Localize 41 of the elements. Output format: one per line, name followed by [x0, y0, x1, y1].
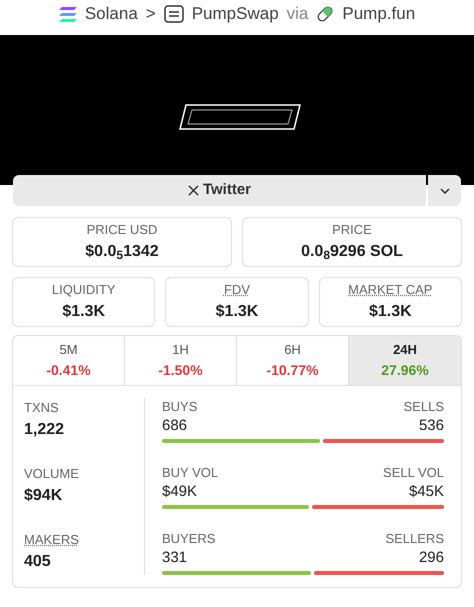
- x-logo-icon: [188, 185, 199, 196]
- via-text: via: [286, 3, 308, 26]
- sell-value: 536: [418, 416, 444, 436]
- stat-label: TXNS: [24, 399, 59, 417]
- metric-label: FDV: [224, 281, 250, 300]
- dropdown-button[interactable]: [428, 175, 461, 206]
- stat-label: VOLUME: [24, 465, 79, 483]
- metric-value: $1.3K: [216, 302, 258, 322]
- stat-label: MAKERS: [24, 531, 79, 549]
- price-value: $0.0$_{5}$1342: [85, 242, 159, 264]
- price-value: 0.0$_{8}$9296 SOL: [301, 242, 403, 264]
- breadcrumb-separator: >: [146, 3, 156, 26]
- stat-value: $94K: [24, 486, 64, 506]
- buy-label: BUYS: [162, 398, 198, 416]
- sell-label: SELL VOL: [383, 464, 444, 482]
- timeframe-tab[interactable]: 5M -0.41%: [13, 336, 125, 385]
- sell-label: SELLS: [404, 398, 444, 416]
- stat-value: 405: [24, 552, 52, 572]
- sell-value: 296: [418, 548, 444, 568]
- buy-label: BUY VOL: [162, 464, 218, 482]
- sell-value: $45K: [408, 482, 444, 502]
- buy-value: 686: [162, 416, 188, 436]
- launchpad-name[interactable]: Pump.fun: [342, 1, 416, 27]
- stat-value: 1,222: [24, 420, 66, 440]
- price-label: PRICE: [332, 221, 372, 240]
- metric-value: $1.3K: [62, 302, 106, 322]
- buy-value: 331: [162, 548, 188, 568]
- metric-value: $1.3K: [368, 302, 412, 322]
- metric-label: MARKET CAP: [348, 281, 432, 300]
- buy-label: BUYERS: [162, 530, 216, 548]
- chevron-down-icon: [440, 188, 450, 194]
- dex-name[interactable]: PumpSwap: [192, 1, 279, 27]
- twitter-button[interactable]: Twitter: [13, 175, 426, 206]
- price-label: PRICE USD: [86, 221, 158, 240]
- buy-value: $49K: [162, 482, 198, 502]
- metric-label: LIQUIDITY: [52, 281, 116, 300]
- chain-name[interactable]: Solana: [84, 1, 138, 27]
- dex-logo-icon: [164, 5, 184, 23]
- sell-label: SELLERS: [385, 530, 444, 548]
- timeframe-tab[interactable]: 24H 27.96%: [349, 336, 461, 385]
- chain-logo-icon: [58, 6, 77, 22]
